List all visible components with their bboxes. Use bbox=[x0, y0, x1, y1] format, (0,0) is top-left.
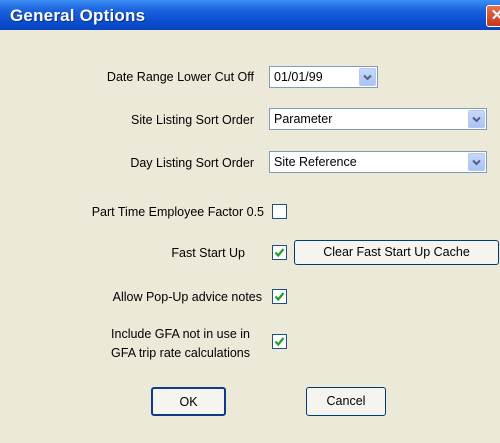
site-sort-label: Site Listing Sort Order bbox=[131, 113, 254, 127]
check-icon bbox=[274, 337, 285, 347]
cancel-button[interactable]: Cancel bbox=[306, 387, 386, 416]
date-range-dropdown[interactable]: 01/01/99 bbox=[269, 66, 378, 88]
day-sort-label: Day Listing Sort Order bbox=[130, 156, 254, 170]
fast-start-label: Fast Start Up bbox=[171, 246, 245, 260]
site-sort-dropdown-button[interactable] bbox=[468, 110, 485, 128]
window-title: General Options bbox=[10, 6, 146, 25]
popup-advice-label: Allow Pop-Up advice notes bbox=[112, 290, 262, 304]
fast-start-checkbox[interactable] bbox=[272, 245, 287, 260]
site-sort-value: Parameter bbox=[274, 112, 333, 126]
title-bar: General Options ✕ bbox=[0, 0, 500, 30]
include-gfa-label: Include GFA not in use in GFA trip rate … bbox=[111, 325, 250, 363]
check-icon bbox=[274, 248, 285, 258]
close-button[interactable]: ✕ bbox=[486, 5, 500, 27]
chevron-down-icon bbox=[363, 74, 372, 81]
chevron-down-icon bbox=[472, 159, 481, 166]
close-icon: ✕ bbox=[490, 7, 500, 24]
include-gfa-label-line2: GFA trip rate calculations bbox=[111, 346, 250, 360]
ok-button[interactable]: OK bbox=[151, 387, 226, 416]
part-time-factor-checkbox[interactable] bbox=[272, 204, 287, 219]
date-range-dropdown-button[interactable] bbox=[359, 68, 376, 86]
day-sort-value: Site Reference bbox=[274, 155, 357, 169]
popup-advice-checkbox[interactable] bbox=[272, 289, 287, 304]
date-range-value: 01/01/99 bbox=[274, 70, 323, 84]
clear-cache-button[interactable]: Clear Fast Start Up Cache bbox=[294, 240, 499, 265]
ok-button-label: OK bbox=[179, 395, 198, 409]
check-icon bbox=[274, 292, 285, 302]
include-gfa-label-line1: Include GFA not in use in bbox=[111, 327, 250, 341]
part-time-factor-label: Part Time Employee Factor 0.5 bbox=[91, 205, 264, 219]
general-options-dialog: General Options ✕ Date Range Lower Cut O… bbox=[0, 0, 500, 443]
chevron-down-icon bbox=[472, 116, 481, 123]
date-range-label: Date Range Lower Cut Off bbox=[106, 70, 254, 84]
cancel-button-label: Cancel bbox=[326, 394, 366, 408]
include-gfa-checkbox[interactable] bbox=[272, 334, 287, 349]
site-sort-dropdown[interactable]: Parameter bbox=[269, 108, 487, 130]
day-sort-dropdown[interactable]: Site Reference bbox=[269, 151, 487, 173]
day-sort-dropdown-button[interactable] bbox=[468, 153, 485, 171]
clear-cache-button-label: Clear Fast Start Up Cache bbox=[323, 245, 470, 259]
